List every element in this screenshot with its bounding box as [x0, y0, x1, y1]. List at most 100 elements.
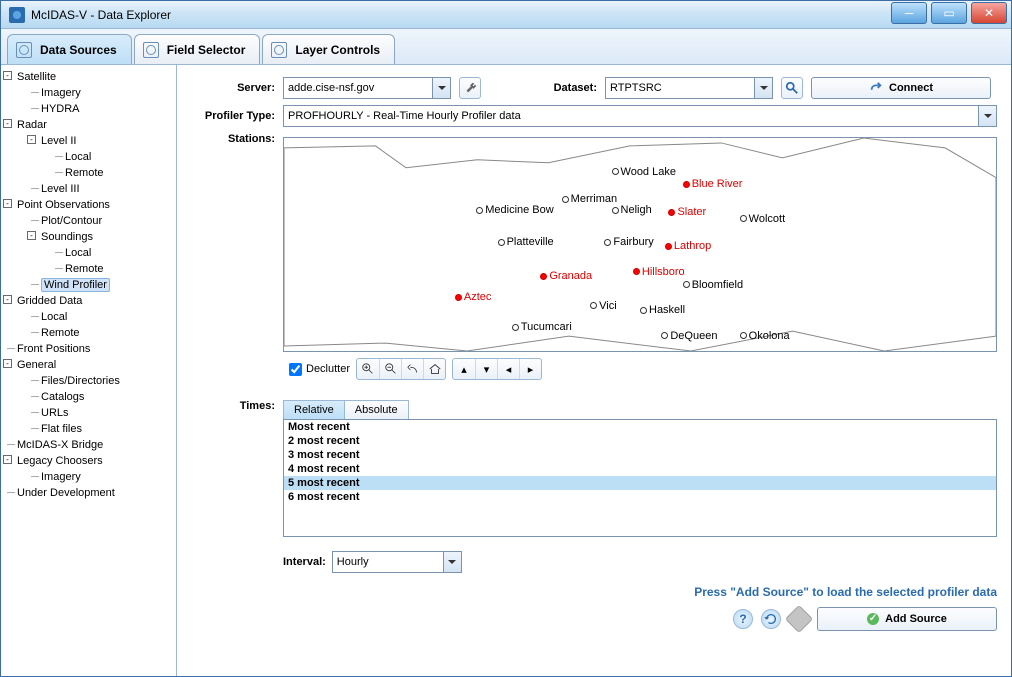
tree-item[interactable]: Point Observations: [17, 199, 110, 211]
pan-up-button[interactable]: ▴: [453, 359, 475, 379]
tree-item[interactable]: Flat files: [41, 423, 82, 435]
time-listbox[interactable]: Most recent2 most recent3 most recent4 m…: [283, 419, 997, 537]
tree-twisty[interactable]: -: [3, 199, 12, 208]
station-marker[interactable]: Lathrop: [665, 240, 711, 253]
station-marker[interactable]: Haskell: [640, 304, 685, 317]
server-combo[interactable]: adde.cise-nsf.gov: [283, 77, 451, 99]
tree-item[interactable]: McIDAS-X Bridge: [17, 439, 103, 451]
tree-item[interactable]: Remote: [65, 167, 104, 179]
tree-item[interactable]: Imagery: [41, 471, 81, 483]
tree-item[interactable]: Wind Profiler: [41, 278, 110, 292]
tree-item[interactable]: URLs: [41, 407, 69, 419]
app-window: McIDAS-V - Data Explorer ─ ▭ ✕ Data Sour…: [0, 0, 1012, 677]
tab-field-selector[interactable]: Field Selector: [134, 34, 261, 64]
minimize-button[interactable]: ─: [891, 2, 927, 24]
help-button[interactable]: ?: [733, 609, 753, 629]
station-dot-icon: [661, 332, 668, 339]
zoom-back-button[interactable]: [401, 359, 423, 379]
tree-item[interactable]: HYDRA: [41, 103, 80, 115]
tree-item[interactable]: Level II: [41, 135, 76, 147]
station-marker[interactable]: Hillsboro: [633, 266, 685, 279]
station-marker[interactable]: Vici: [590, 300, 617, 313]
station-marker[interactable]: Wood Lake: [612, 166, 676, 179]
tab-layer-controls[interactable]: Layer Controls: [262, 34, 395, 64]
station-marker[interactable]: Tucumcari: [512, 321, 572, 334]
tree-item[interactable]: Local: [65, 247, 91, 259]
pan-right-button[interactable]: ▸: [519, 359, 541, 379]
magnifier-icon: [16, 42, 32, 58]
tree-item[interactable]: Soundings: [41, 231, 93, 243]
pan-down-button[interactable]: ▾: [475, 359, 497, 379]
tab-data-sources[interactable]: Data Sources: [7, 34, 132, 64]
chevron-down-icon[interactable]: [432, 78, 450, 98]
tab-absolute[interactable]: Absolute: [344, 400, 409, 419]
connect-button[interactable]: Connect: [811, 77, 991, 99]
tab-relative[interactable]: Relative: [283, 400, 345, 419]
tree-twisty[interactable]: -: [27, 135, 36, 144]
tree-item[interactable]: Remote: [65, 263, 104, 275]
station-dot-icon: [604, 239, 611, 246]
tree-item[interactable]: Remote: [41, 327, 80, 339]
station-marker[interactable]: Slater: [668, 206, 706, 219]
interval-combo[interactable]: Hourly: [332, 551, 462, 573]
add-source-button[interactable]: ✓ Add Source: [817, 607, 997, 631]
station-marker[interactable]: Aztec: [455, 291, 492, 304]
zoom-out-button[interactable]: [379, 359, 401, 379]
stop-button[interactable]: [785, 605, 813, 633]
tree-item[interactable]: Gridded Data: [17, 295, 82, 307]
tree-twisty[interactable]: -: [3, 295, 12, 304]
tree-twisty[interactable]: -: [3, 455, 12, 464]
close-button[interactable]: ✕: [971, 2, 1007, 24]
tree-item[interactable]: Plot/Contour: [41, 215, 102, 227]
station-marker[interactable]: DeQueen: [661, 330, 717, 343]
chevron-down-icon[interactable]: [978, 106, 996, 126]
tree-item[interactable]: Under Development: [17, 487, 115, 499]
station-marker[interactable]: Neligh: [612, 204, 652, 217]
manage-servers-button[interactable]: [459, 77, 481, 99]
tree-twisty[interactable]: -: [3, 359, 12, 368]
station-marker[interactable]: Fairbury: [604, 236, 653, 249]
tree-twisty[interactable]: -: [27, 231, 36, 240]
tree-twisty[interactable]: -: [3, 71, 12, 80]
tree-item[interactable]: Catalogs: [41, 391, 84, 403]
time-option[interactable]: 3 most recent: [284, 448, 996, 462]
undo-icon: [406, 362, 420, 376]
station-marker[interactable]: Platteville: [498, 236, 554, 249]
chevron-down-icon[interactable]: [443, 552, 461, 572]
search-dataset-button[interactable]: [781, 77, 803, 99]
tree-item[interactable]: Legacy Choosers: [17, 455, 103, 467]
tree-item[interactable]: Local: [65, 151, 91, 163]
tree-item[interactable]: Satellite: [17, 71, 56, 83]
chevron-down-icon[interactable]: [754, 78, 772, 98]
tree-item[interactable]: Files/Directories: [41, 375, 120, 387]
stations-map[interactable]: Wood Lake Blue River Merriman Medicine Bow N…: [283, 137, 997, 352]
declutter-checkbox[interactable]: Declutter: [289, 363, 350, 376]
station-marker[interactable]: Bloomfield: [683, 279, 743, 292]
station-marker[interactable]: Merriman: [562, 193, 617, 206]
tree-item[interactable]: Front Positions: [17, 343, 90, 355]
dataset-combo[interactable]: RTPTSRC: [605, 77, 773, 99]
profiler-type-combo[interactable]: PROFHOURLY - Real-Time Hourly Profiler d…: [283, 105, 997, 127]
station-marker[interactable]: Blue River: [683, 178, 743, 191]
tree-item[interactable]: Radar: [17, 119, 47, 131]
time-option[interactable]: 5 most recent: [284, 476, 996, 490]
station-marker[interactable]: Granada: [540, 270, 592, 283]
tree-item[interactable]: Local: [41, 311, 67, 323]
maximize-button[interactable]: ▭: [931, 2, 967, 24]
time-option[interactable]: 6 most recent: [284, 490, 996, 504]
zoom-in-button[interactable]: [357, 359, 379, 379]
time-option[interactable]: 2 most recent: [284, 434, 996, 448]
station-marker[interactable]: Wolcott: [740, 213, 785, 226]
time-option[interactable]: Most recent: [284, 420, 996, 434]
tree-item[interactable]: Level III: [41, 183, 80, 195]
tree-item[interactable]: Imagery: [41, 87, 81, 99]
tree-twisty[interactable]: -: [3, 119, 12, 128]
home-button[interactable]: [423, 359, 445, 379]
time-option[interactable]: 4 most recent: [284, 462, 996, 476]
source-tree[interactable]: -SatelliteImageryHYDRA-Radar-Level IILoc…: [1, 65, 177, 676]
station-marker[interactable]: Okolona: [740, 330, 790, 343]
station-marker[interactable]: Medicine Bow: [476, 204, 553, 217]
tree-item[interactable]: General: [17, 359, 56, 371]
pan-left-button[interactable]: ◂: [497, 359, 519, 379]
refresh-button[interactable]: [761, 609, 781, 629]
